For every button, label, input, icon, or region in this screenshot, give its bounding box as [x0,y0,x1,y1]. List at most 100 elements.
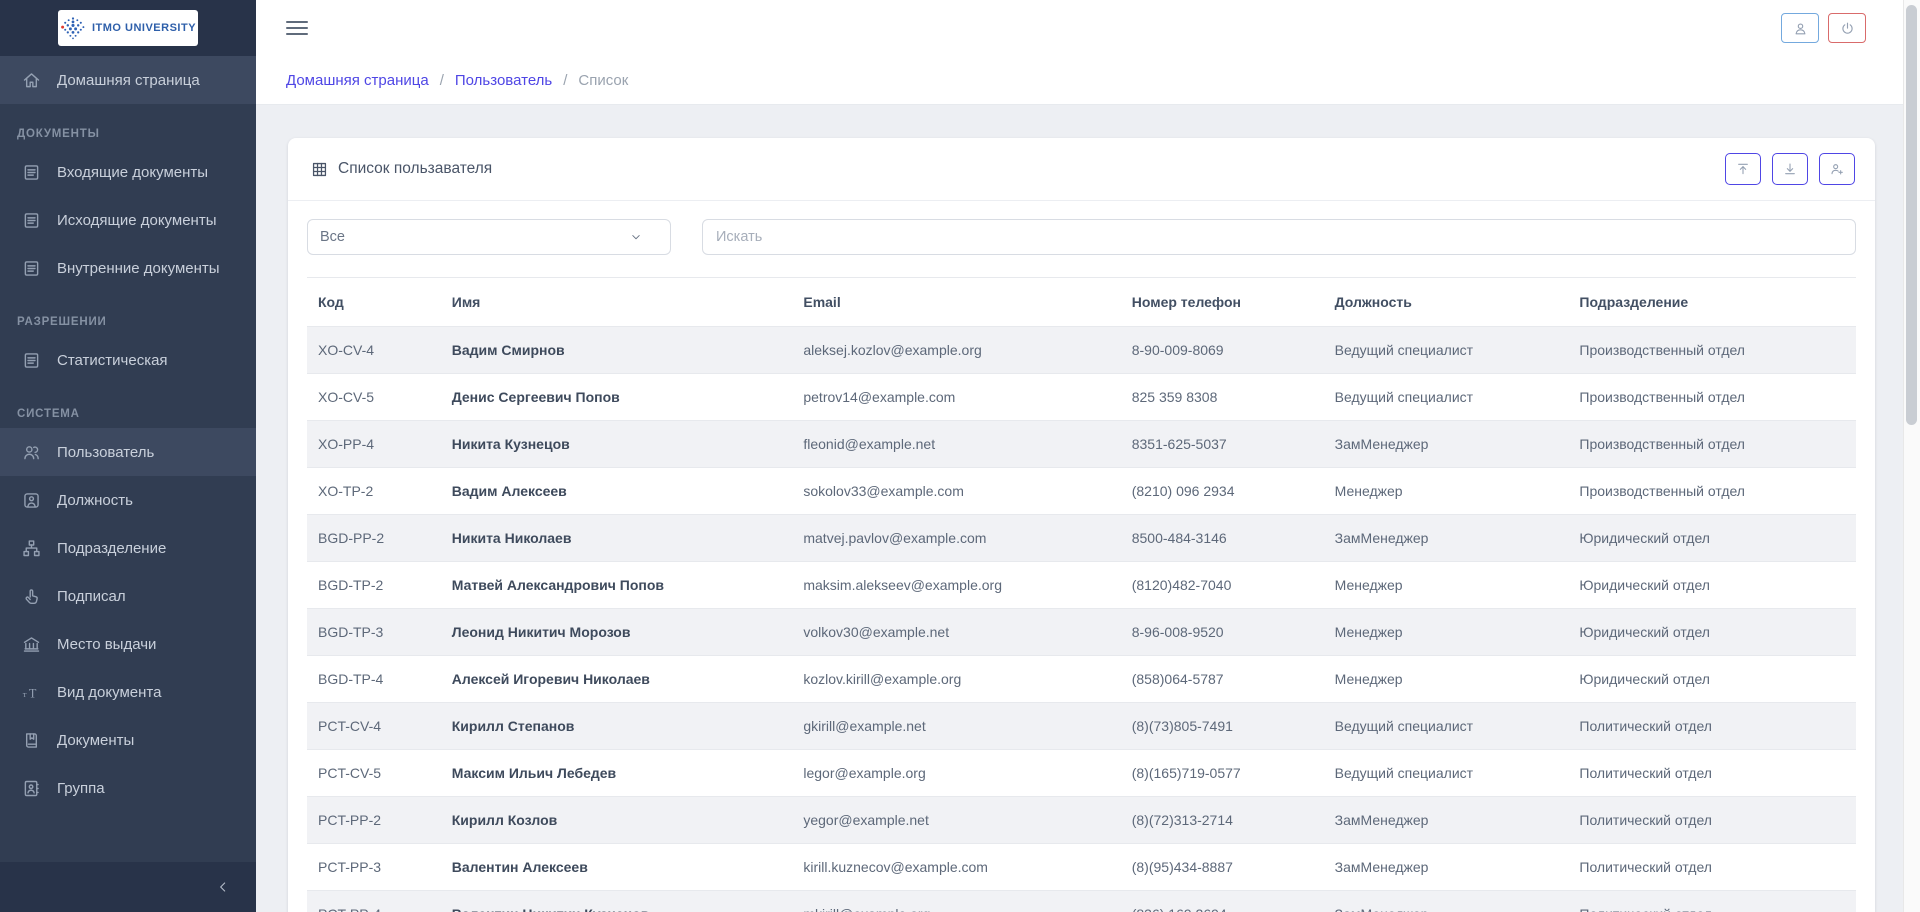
sidebar-item-user[interactable]: Пользователь [0,428,256,476]
filter-dropdown-value: Все [320,229,345,245]
breadcrumb-link-user[interactable]: Пользователь [455,72,552,89]
cell-phone: 8-90-009-8069 [1122,327,1325,374]
topbar-actions [1781,13,1866,43]
search-input[interactable] [702,219,1856,255]
grid-icon [308,158,330,180]
cell-email: volkov30@example.net [793,609,1121,656]
table-row[interactable]: BGD-TP-2Матвей Александрович Поповmaksim… [307,562,1856,609]
table-row[interactable]: PCT-PP-3Валентин Алексеевkirill.kuznecov… [307,844,1856,891]
user-list-card: Список пользавателя Все КодИмяEmailНомер… [288,138,1875,912]
table-row[interactable]: PCT-PP-4Валентин Никитич Кузнецовmkirill… [307,891,1856,912]
cell-name: Денис Сергеевич Попов [442,374,794,421]
table-row[interactable]: XO-PP-4Никита Кузнецовfleonid@example.ne… [307,421,1856,468]
table-row[interactable]: BGD-TP-4Алексей Игоревич Николаевkozlov.… [307,656,1856,703]
sidebar-item-signed[interactable]: Подписал [0,572,256,620]
table-row[interactable]: XO-CV-5Денис Сергеевич Поповpetrov14@exa… [307,374,1856,421]
topbar [256,0,1920,56]
cell-phone: 8-96-008-9520 [1122,609,1325,656]
cell-email: mkirill@example.org [793,891,1121,912]
breadcrumb-separator: / [440,72,444,89]
table-row[interactable]: BGD-PP-2Никита Николаевmatvej.pavlov@exa… [307,515,1856,562]
table-row[interactable]: XO-TP-2Вадим Алексеевsokolov33@example.c… [307,468,1856,515]
cell-department: Политический отдел [1569,891,1856,912]
sidebar-item-incoming-documents[interactable]: Входящие документы [0,148,256,196]
column-header-code[interactable]: Код [307,278,442,327]
breadcrumb-link-home[interactable]: Домашняя страница [286,72,429,89]
table-header-row: КодИмяEmailНомер телефонДолжностьПодразд… [307,278,1856,327]
svg-text:т: т [22,688,26,698]
import-button[interactable] [1725,153,1761,185]
logout-button[interactable] [1828,13,1866,43]
table-row[interactable]: BGD-TP-3Леонид Никитич Морозовvolkov30@e… [307,609,1856,656]
cell-code: XO-CV-5 [307,374,442,421]
cell-department: Политический отдел [1569,844,1856,891]
menu-toggle-button[interactable] [286,21,308,35]
user-plus-icon [1826,158,1848,180]
cell-name: Кирилл Козлов [442,797,794,844]
cell-department: Юридический отдел [1569,562,1856,609]
card-title-text: Список пользавателя [338,160,492,178]
scrollbar-thumb[interactable] [1906,5,1917,425]
cell-position: Ведущий специалист [1325,374,1570,421]
cell-phone: 8500-484-3146 [1122,515,1325,562]
scrollbar[interactable] [1903,0,1920,912]
cell-phone: (8)(72)313-2714 [1122,797,1325,844]
sidebar-item-division[interactable]: Подразделение [0,524,256,572]
cell-name: Вадим Алексеев [442,468,794,515]
column-header-phone[interactable]: Номер телефон [1122,278,1325,327]
cell-email: yegor@example.net [793,797,1121,844]
cell-name: Матвей Александрович Попов [442,562,794,609]
sidebar-item-document-type[interactable]: тТВид документа [0,668,256,716]
user-icon [1789,17,1811,39]
sidebar-item-label: Внутренние документы [57,260,220,277]
sidebar-item-position[interactable]: Должность [0,476,256,524]
cell-email: petrov14@example.com [793,374,1121,421]
sidebar-item-home[interactable]: Домашняя страница [0,56,256,104]
table-row[interactable]: PCT-CV-5Максим Ильич Лебедевlegor@exampl… [307,750,1856,797]
add-user-button[interactable] [1819,153,1855,185]
sidebar-collapse-button[interactable] [212,876,234,898]
sitemap-icon [20,537,42,559]
cell-position: ЗамМенеджер [1325,421,1570,468]
table-row[interactable]: XO-CV-4Вадим Смирновaleksej.kozlov@examp… [307,327,1856,374]
hand-pointer-icon [20,585,42,607]
export-button[interactable] [1772,153,1808,185]
sidebar-item-label: Документы [57,732,134,749]
profile-button[interactable] [1781,13,1819,43]
sidebar-item-label: Подписал [57,588,126,605]
sidebar-item-statistical[interactable]: Статистическая [0,336,256,384]
sidebar-footer [0,862,256,912]
column-header-name[interactable]: Имя [442,278,794,327]
sidebar-item-internal-documents[interactable]: Внутренние документы [0,244,256,292]
filter-dropdown[interactable]: Все [307,219,671,255]
sidebar-item-group[interactable]: Группа [0,764,256,812]
cell-email: kozlov.kirill@example.org [793,656,1121,703]
cell-name: Никита Николаев [442,515,794,562]
sidebar-sections: ДОКУМЕНТЫВходящие документыИсходящие док… [0,104,256,812]
cell-position: Менеджер [1325,656,1570,703]
filter-row: Все [288,201,1875,269]
table-row[interactable]: PCT-PP-2Кирилл Козловyegor@example.net(8… [307,797,1856,844]
cell-phone: (858)064-5787 [1122,656,1325,703]
column-header-position[interactable]: Должность [1325,278,1570,327]
sidebar-item-label: Исходящие документы [57,212,216,229]
sidebar-item-documents[interactable]: Документы [0,716,256,764]
cell-department: Политический отдел [1569,703,1856,750]
content: Список пользавателя Все КодИмяEmailНомер… [256,105,1920,912]
cell-email: aleksej.kozlov@example.org [793,327,1121,374]
column-header-email[interactable]: Email [793,278,1121,327]
table-row[interactable]: PCT-CV-4Кирилл Степановgkirill@example.n… [307,703,1856,750]
cell-department: Производственный отдел [1569,374,1856,421]
cell-code: BGD-TP-3 [307,609,442,656]
cell-position: Менеджер [1325,468,1570,515]
cell-phone: 825 359 8308 [1122,374,1325,421]
sidebar-item-label: Место выдачи [57,636,156,653]
cell-email: kirill.kuznecov@example.com [793,844,1121,891]
itmo-logo[interactable]: ITMO UNIVERSITY [58,10,198,46]
cell-email: matvej.pavlov@example.com [793,515,1121,562]
sidebar-item-place-of-issue[interactable]: Место выдачи [0,620,256,668]
svg-text:Т: Т [28,686,36,700]
sidebar-item-outgoing-documents[interactable]: Исходящие документы [0,196,256,244]
column-header-department[interactable]: Подразделение [1569,278,1856,327]
doc-lines-icon [20,209,42,231]
